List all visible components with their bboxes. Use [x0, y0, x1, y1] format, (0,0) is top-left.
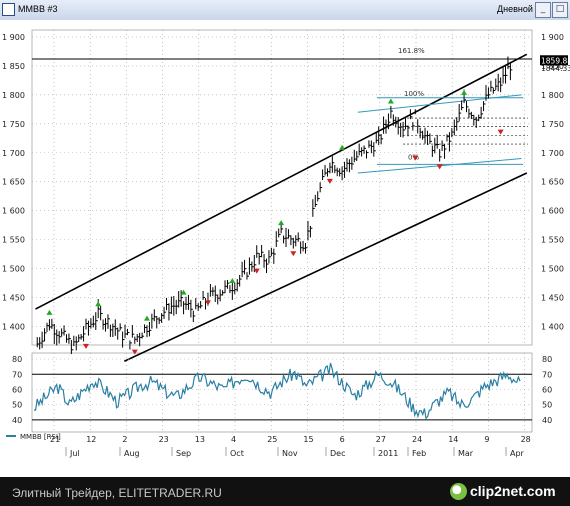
price-tick-left: 1 400: [2, 322, 25, 331]
x-tick-month: Jul: [69, 449, 80, 458]
x-tick-month: Dec: [330, 449, 345, 458]
price-tick-right: 1 550: [541, 236, 564, 245]
price-tick-left: 1 600: [2, 207, 25, 216]
clip2net-icon: [450, 483, 467, 500]
price-tick-left: 1 550: [2, 236, 25, 245]
secondary-price-label: 1844.33: [541, 64, 570, 73]
price-tick-right: 1 750: [541, 120, 564, 129]
price-tick-left: 1 750: [2, 120, 25, 129]
x-tick-day: 4: [231, 435, 236, 444]
x-tick-day: 14: [448, 435, 458, 444]
x-tick-month: Feb: [412, 449, 426, 458]
x-tick-month: Oct: [230, 449, 244, 458]
rsi-tick-left: 80: [12, 355, 22, 364]
price-tick-left: 1 900: [2, 33, 25, 42]
x-tick-month: 2011: [378, 449, 398, 458]
maximize-button[interactable]: □: [552, 2, 568, 18]
x-tick-day: 6: [340, 435, 345, 444]
chart-svg[interactable]: 21 12 2 23 13 4 25 15 6 27 24 14 9 28Jul Aug Sep Oct Nov D…: [0, 20, 570, 477]
rsi-tick-right: 70: [542, 370, 552, 379]
x-tick-month: Mar: [458, 449, 474, 458]
x-tick-day: 2: [122, 435, 127, 444]
rsi-tick-left: 60: [12, 385, 22, 394]
price-tick-right: 1 450: [541, 294, 564, 303]
price-tick-left: 1 800: [2, 91, 25, 100]
window-title: MMBB #3: [18, 4, 58, 14]
timeframe-label[interactable]: Дневной: [497, 4, 533, 14]
price-tick-right: 1 500: [541, 265, 564, 274]
x-tick-month: Apr: [510, 449, 525, 458]
x-tick-month: Sep: [176, 449, 191, 458]
x-tick-day: 9: [484, 435, 489, 444]
price-tick-right: 1 900: [541, 33, 564, 42]
price-tick-right: 1 650: [541, 178, 564, 187]
rsi-tick-right: 80: [542, 355, 552, 364]
price-tick-right: 1 400: [541, 322, 564, 331]
rsi-tick-right: 50: [542, 401, 552, 410]
sell-signal-marker: [83, 343, 90, 349]
price-tick-left: 1 500: [2, 265, 25, 274]
x-tick-day: 13: [195, 435, 205, 444]
logo-text: clip2net.com: [470, 483, 556, 499]
x-tick-day: 25: [267, 435, 277, 444]
price-tick-left: 1 850: [2, 62, 25, 71]
x-tick-day: 12: [86, 435, 96, 444]
fib-label-161: 161.8%: [398, 47, 425, 55]
x-tick-month: Nov: [282, 449, 298, 458]
rsi-legend-label: MMBB [RSI]: [20, 433, 61, 441]
price-tick-right: 1 800: [541, 91, 564, 100]
price-tick-left: 1 700: [2, 149, 25, 158]
price-tick-right: 1 600: [541, 207, 564, 216]
x-tick-month: Aug: [124, 449, 140, 458]
footer: Элитный Трейдер, ELITETRADER.RU clip2net…: [0, 477, 570, 506]
footer-caption: Элитный Трейдер, ELITETRADER.RU: [12, 486, 222, 500]
x-tick-day: 24: [412, 435, 422, 444]
rsi-tick-right: 60: [542, 385, 552, 394]
x-tick-day: 27: [376, 435, 386, 444]
price-tick-left: 1 450: [2, 294, 25, 303]
chart-area[interactable]: 21 12 2 23 13 4 25 15 6 27 24 14 9 28 Jul Aug Sep Oct Nov D…: [0, 20, 570, 477]
app-icon: [2, 3, 15, 16]
price-tick-right: 1 700: [541, 149, 564, 158]
rsi-tick-right: 40: [542, 416, 552, 425]
rsi-tick-left: 50: [12, 401, 22, 410]
price-tick-left: 1 650: [2, 178, 25, 187]
title-bar: MMBB #3 Дневной _ □: [0, 0, 570, 21]
x-tick-day: 15: [303, 435, 313, 444]
chart-window: MMBB #3 Дневной _ □ 21 12 2 23 13 4 25 15 6 27 24 1…: [0, 0, 570, 506]
rsi-tick-left: 40: [12, 416, 22, 425]
x-tick-day: 28: [521, 435, 531, 444]
rsi-tick-left: 70: [12, 370, 22, 379]
x-tick-day: 23: [159, 435, 169, 444]
fib-label-100: 100%: [404, 90, 424, 98]
minimize-button[interactable]: _: [535, 2, 551, 18]
